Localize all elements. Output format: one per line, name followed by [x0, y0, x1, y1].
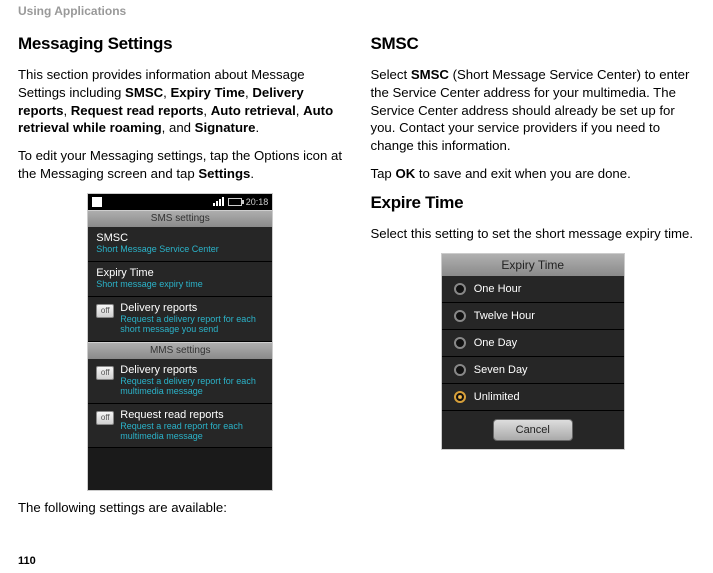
cancel-button[interactable]: Cancel	[493, 419, 573, 441]
radio-label: One Hour	[474, 283, 522, 295]
smsc-paragraph: Select SMSC (Short Message Service Cente…	[371, 66, 696, 155]
row-title: Request read reports	[120, 409, 264, 421]
radio-label: Twelve Hour	[474, 310, 535, 322]
text-run: To edit your Messaging settings, tap the…	[18, 148, 342, 181]
status-time: 20:18	[246, 197, 269, 207]
radio-icon[interactable]	[454, 391, 466, 403]
row-subtitle: Short Message Service Center	[96, 245, 264, 255]
radio-label: One Day	[474, 337, 517, 349]
setting-row-delivery-reports-mms[interactable]: off Delivery reports Request a delivery …	[88, 359, 272, 404]
row-subtitle: Request a read report for each multimedi…	[120, 422, 264, 442]
radio-icon[interactable]	[454, 283, 466, 295]
radio-seven-day[interactable]: Seven Day	[442, 357, 624, 384]
text-run: to save and exit when you are done.	[415, 166, 631, 181]
expire-time-heading: Expire Time	[371, 193, 696, 213]
radio-label: Unlimited	[474, 391, 520, 403]
sep: ,	[63, 103, 70, 118]
messaging-intro-paragraph: This section provides information about …	[18, 66, 343, 137]
radio-twelve-hour[interactable]: Twelve Hour	[442, 303, 624, 330]
setting-row-smsc[interactable]: SMSC Short Message Service Center	[88, 227, 272, 262]
setting-row-request-read-reports[interactable]: off Request read reports Request a read …	[88, 404, 272, 449]
status-bar: 20:18	[88, 194, 272, 210]
signal-icon	[213, 197, 224, 206]
checkbox-icon[interactable]: off	[96, 411, 114, 425]
messaging-settings-heading: Messaging Settings	[18, 34, 343, 54]
setting-row-delivery-reports-sms[interactable]: off Delivery reports Request a delivery …	[88, 297, 272, 342]
radio-icon[interactable]	[454, 364, 466, 376]
dialog-button-row: Cancel	[442, 411, 624, 449]
following-settings-paragraph: The following settings are available:	[18, 499, 343, 517]
text-run: Tap	[371, 166, 396, 181]
period: .	[250, 166, 254, 181]
settings-phone-screenshot: 20:18 SMS settings SMSC Short Message Se…	[87, 193, 273, 491]
term-request-read-reports: Request read reports	[71, 103, 204, 118]
ok-bold: OK	[395, 166, 415, 181]
row-title: SMSC	[96, 232, 264, 244]
right-column: SMSC Select SMSC (Short Message Service …	[371, 26, 696, 527]
term-auto-retrieval: Auto retrieval	[211, 103, 296, 118]
term-smsc: SMSC	[125, 85, 163, 100]
battery-icon	[228, 198, 242, 206]
checkbox-icon[interactable]: off	[96, 304, 114, 318]
row-subtitle: Short message expiry time	[96, 280, 264, 290]
radio-one-day[interactable]: One Day	[442, 330, 624, 357]
two-column-layout: Messaging Settings This section provides…	[18, 26, 695, 527]
radio-icon[interactable]	[454, 310, 466, 322]
page-header: Using Applications	[18, 0, 695, 26]
setting-row-expiry-time[interactable]: Expiry Time Short message expiry time	[88, 262, 272, 297]
tap-ok-paragraph: Tap OK to save and exit when you are don…	[371, 165, 696, 183]
text-run: Select	[371, 67, 411, 82]
settings-bold: Settings	[198, 166, 250, 181]
left-column: Messaging Settings This section provides…	[18, 26, 343, 527]
home-icon	[92, 197, 102, 207]
expire-time-paragraph: Select this setting to set the short mes…	[371, 225, 696, 243]
radio-unlimited[interactable]: Unlimited	[442, 384, 624, 411]
edit-settings-paragraph: To edit your Messaging settings, tap the…	[18, 147, 343, 183]
row-title: Delivery reports	[120, 302, 264, 314]
period: .	[255, 120, 259, 135]
sms-settings-header: SMS settings	[88, 210, 272, 227]
row-subtitle: Request a delivery report for each multi…	[120, 377, 264, 397]
expiry-dialog-screenshot: Expiry Time One Hour Twelve Hour One Day…	[441, 253, 625, 450]
term-signature: Signature	[195, 120, 256, 135]
row-title: Expiry Time	[96, 267, 264, 279]
sep: ,	[203, 103, 210, 118]
radio-one-hour[interactable]: One Hour	[442, 276, 624, 303]
row-subtitle: Request a delivery report for each short…	[120, 315, 264, 335]
checkbox-icon[interactable]: off	[96, 366, 114, 380]
term-expiry-time: Expiry Time	[170, 85, 245, 100]
mms-settings-header: MMS settings	[88, 342, 272, 359]
radio-icon[interactable]	[454, 337, 466, 349]
page-number: 110	[18, 555, 36, 567]
radio-label: Seven Day	[474, 364, 528, 376]
dialog-title: Expiry Time	[442, 254, 624, 276]
smsc-bold: SMSC	[411, 67, 449, 82]
smsc-heading: SMSC	[371, 34, 696, 54]
row-title: Delivery reports	[120, 364, 264, 376]
and: , and	[162, 120, 195, 135]
sep: ,	[296, 103, 303, 118]
